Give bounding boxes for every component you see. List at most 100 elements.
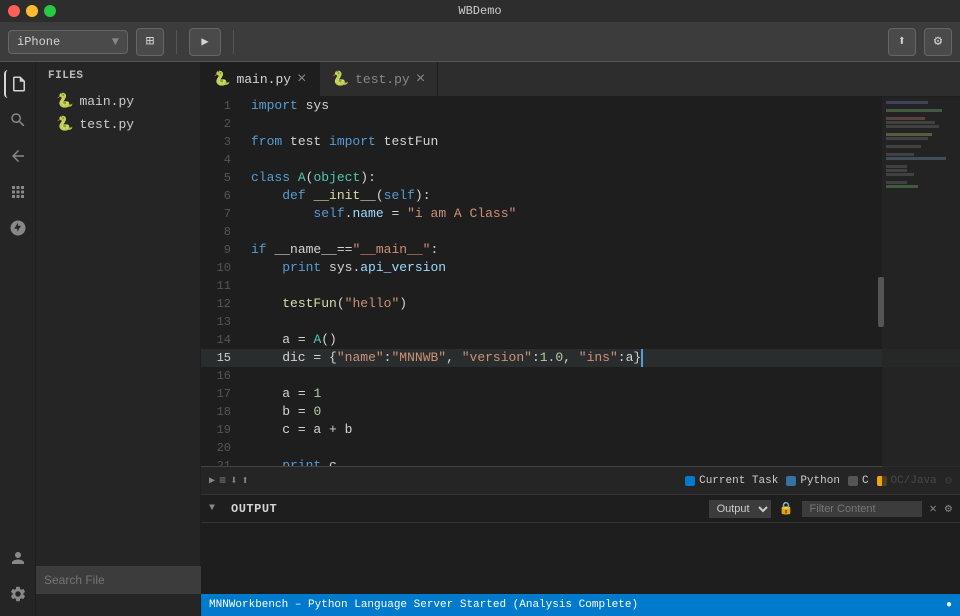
filter-content-input[interactable] [802,501,922,517]
code-line-9: 9 if __name__=="__main__": [201,241,960,259]
editor-wrapper: 🐍 main.py × 🐍 test.py × 1 import sys [201,62,960,616]
sidebar-header: Files [36,62,200,90]
separator2 [233,30,234,54]
separator [176,30,177,54]
minimap [882,97,960,494]
code-line-16: 16 [201,367,960,385]
panel-upload-icon[interactable]: ⬆ [241,473,248,488]
panel-download-icon[interactable]: ⬇ [230,473,237,488]
status-right: ● [946,600,952,611]
python-file-icon: 🐍 [56,93,73,110]
device-selector[interactable]: iPhone ▼ [8,30,128,54]
play-button[interactable]: ▶ [189,28,221,56]
legend-c: C [848,475,869,487]
activity-settings[interactable] [4,580,32,608]
extensions-icon [9,183,27,201]
code-line-5: 5 class A(object): [201,169,960,187]
legend-dot-task [685,476,695,486]
legend-dot-c [848,476,858,486]
device-label: iPhone [17,35,60,49]
share-button[interactable]: ⬆ [888,28,916,56]
output-selector[interactable]: Output [709,500,771,518]
upload-icon: ⬆ [898,33,906,50]
panel-settings-icon[interactable]: ⚙ [945,501,952,516]
debug-icon [9,219,27,237]
tab-main-icon: 🐍 [213,71,230,88]
search-file-bar [36,566,201,594]
code-line-14: 14 a = A() [201,331,960,349]
status-message: MNNWorkbench – Python Language Server St… [209,599,638,611]
search-icon [9,111,27,129]
activity-account[interactable] [4,544,32,572]
file-name-main: main.py [79,94,134,109]
panel: ▼ OUTPUT Output 🔒 ✕ ⚙ [201,494,960,594]
toolbar: iPhone ▼ ⊞ ▶ ⬆ ⚙ [0,22,960,62]
settings-button[interactable]: ⚙ [924,28,952,56]
panel-run-icon[interactable]: ▶ [209,475,215,487]
file-item-main[interactable]: 🐍 main.py [36,90,200,113]
panel-output-content [201,523,960,573]
window-controls [8,5,56,17]
panel-clear-icon[interactable]: ✕ [930,501,937,516]
tab-main-close[interactable]: × [297,71,307,87]
tab-test-close[interactable]: × [416,71,426,87]
chevron-down-icon: ▼ [112,35,119,49]
code-line-4: 4 [201,151,960,169]
panel-list-icon[interactable]: ≡ [219,474,226,488]
file-item-test[interactable]: 🐍 test.py [36,113,200,136]
activity-search[interactable] [4,106,32,134]
python-file-icon-2: 🐍 [56,116,73,133]
toolbar-right: ⬆ ⚙ [888,28,952,56]
code-line-13: 13 [201,313,960,331]
editor-tabs: 🐍 main.py × 🐍 test.py × [201,62,960,97]
search-file-input[interactable] [44,573,193,587]
code-line-20: 20 [201,439,960,457]
status-bar: MNNWorkbench – Python Language Server St… [201,594,960,616]
code-line-18: 18 b = 0 [201,403,960,421]
tab-main-label: main.py [236,72,291,87]
source-control-icon [9,147,27,165]
file-name-test: test.py [79,117,134,132]
panel-expand-arrow[interactable]: ▼ [209,503,215,514]
code-line-6: 6 def __init__(self): [201,187,960,205]
activity-debug[interactable] [4,214,32,242]
activity-files[interactable] [4,70,32,98]
sidebar: Files 🐍 main.py 🐍 test.py [36,62,201,616]
close-button[interactable] [8,5,20,17]
files-icon [10,75,28,93]
code-line-12: 12 testFun("hello") [201,295,960,313]
activity-git[interactable] [4,142,32,170]
code-line-3: 3 from test import testFun [201,133,960,151]
legend-label-python: Python [800,475,840,487]
panel-toolbar: ▶ ≡ ⬇ ⬆ Current Task Python C [201,466,960,494]
legend-dot-python [786,476,796,486]
minimize-button[interactable] [26,5,38,17]
minimap-content [882,97,960,193]
legend-current-task: Current Task [685,475,778,487]
panel-controls: Output 🔒 ✕ ⚙ [709,500,952,518]
main-layout: Files 🐍 main.py 🐍 test.py 🐍 main.py × 🐍 … [0,62,960,616]
code-editor[interactable]: 1 import sys 2 3 from test import testFu… [201,97,960,466]
panel-filter-icon[interactable] [802,501,922,517]
grid-icon: ⊞ [146,33,154,50]
legend-label-c: C [862,475,869,487]
play-icon: ▶ [201,34,208,49]
code-line-19: 19 c = a + b [201,421,960,439]
maximize-button[interactable] [44,5,56,17]
tab-main-py[interactable]: 🐍 main.py × [201,62,320,96]
tab-test-icon: 🐍 [332,71,349,88]
panel-lock-icon[interactable]: 🔒 [779,501,794,516]
activity-extensions[interactable] [4,178,32,206]
code-line-7: 7 self.name = "i am A Class" [201,205,960,223]
collapse-handle[interactable] [878,277,884,327]
code-line-1: 1 import sys [201,97,960,115]
code-line-15: 15 dic = {"name":"MNNWB", "version":1.0,… [201,349,960,367]
panel-tab-output[interactable]: OUTPUT [223,502,285,516]
activity-bar [0,62,36,616]
code-line-11: 11 [201,277,960,295]
code-line-17: 17 a = 1 [201,385,960,403]
grid-icon-button[interactable]: ⊞ [136,28,164,56]
tab-test-py[interactable]: 🐍 test.py × [320,62,439,96]
account-icon [9,549,27,567]
legend-python: Python [786,475,840,487]
